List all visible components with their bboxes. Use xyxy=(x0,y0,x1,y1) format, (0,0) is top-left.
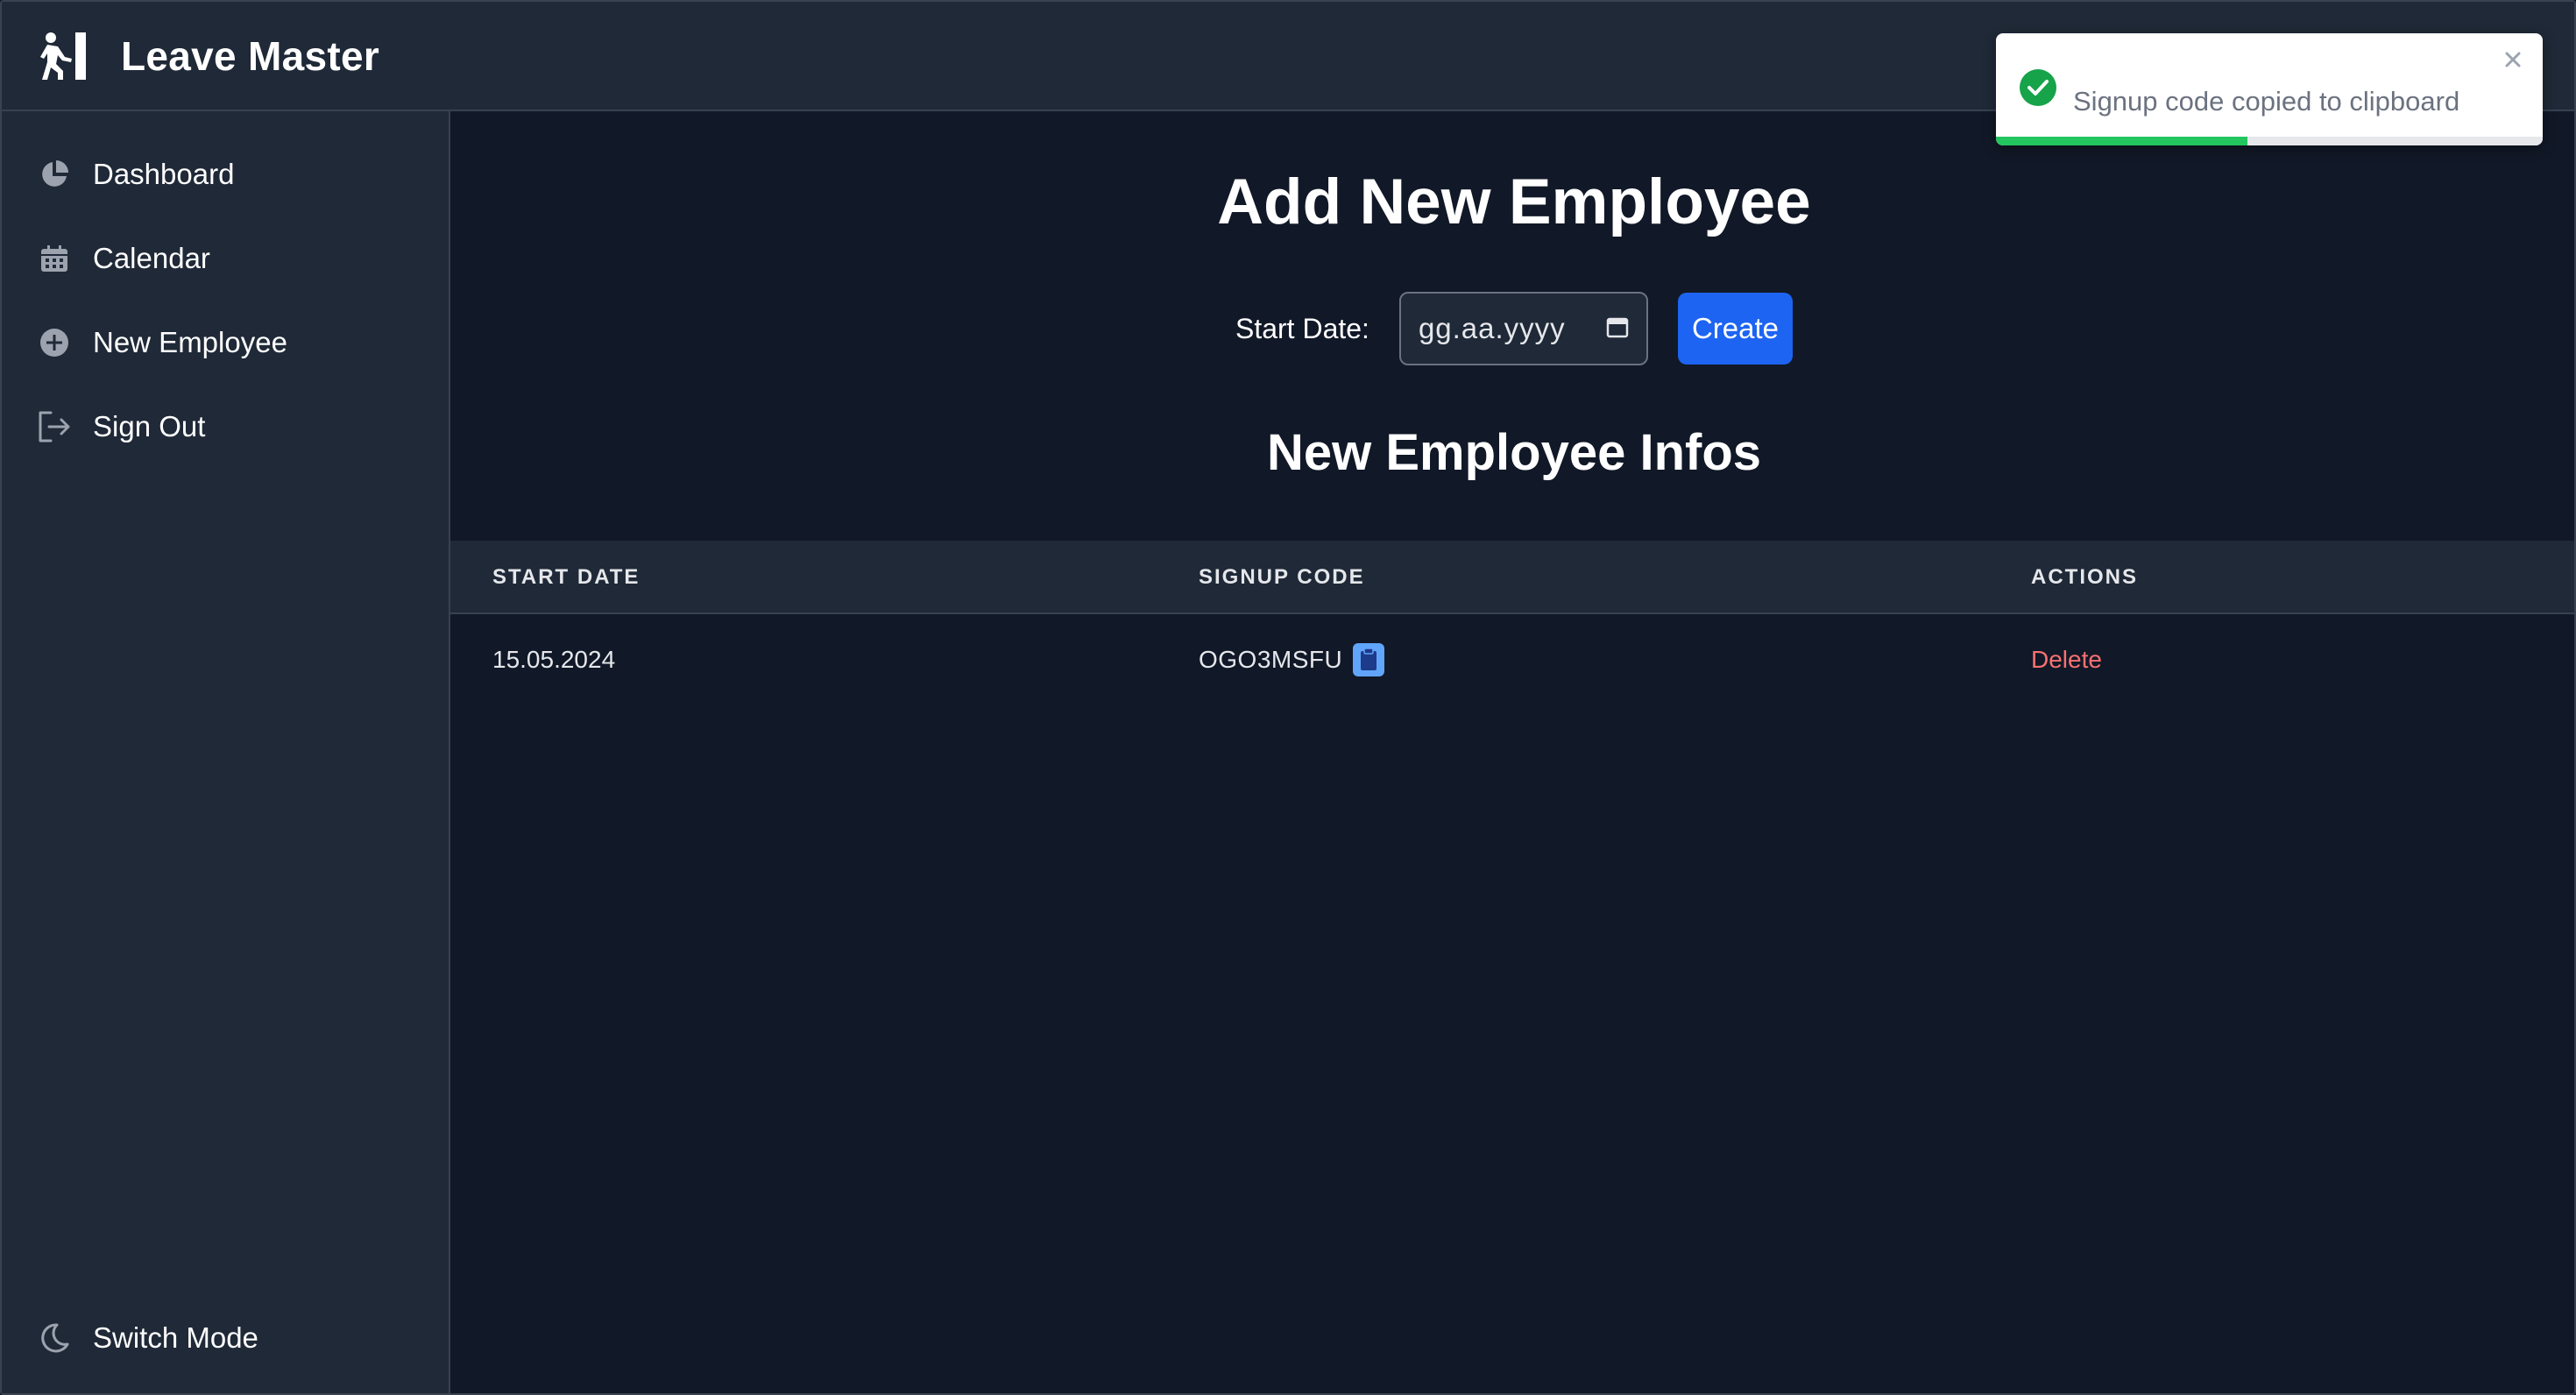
sign-out-icon xyxy=(37,409,72,444)
sidebar-item-calendar[interactable]: Calendar xyxy=(37,232,210,285)
sidebar: Dashboard Calendar New Employee Sign Out… xyxy=(2,111,450,1393)
toast-message: Signup code copied to clipboard xyxy=(2073,86,2460,117)
sidebar-item-new-employee[interactable]: New Employee xyxy=(37,316,287,369)
app-window: Leave Master Dashboard Calendar New Empl… xyxy=(0,0,2576,1395)
date-placeholder: gg.aa.yyyy xyxy=(1418,312,1566,344)
column-header-start-date[interactable]: START DATE xyxy=(492,541,640,614)
actions-cell: Delete xyxy=(2031,614,2102,705)
delete-button[interactable]: Delete xyxy=(2031,646,2102,674)
add-employee-form: Start Date: gg.aa.yyyy Create xyxy=(450,292,2574,365)
close-icon[interactable] xyxy=(2499,46,2527,74)
column-header-actions: ACTIONS xyxy=(2031,565,2138,589)
toast-progress-bar xyxy=(1996,137,2248,145)
signup-code-text: OGO3MSFU xyxy=(1199,646,1343,673)
sidebar-item-label: Dashboard xyxy=(93,158,235,190)
table-header: START DATE SIGNUP CODE ACTIONS xyxy=(450,541,2574,614)
moon-icon xyxy=(37,1321,72,1356)
app-title: Leave Master xyxy=(121,32,380,79)
brand[interactable]: Leave Master xyxy=(37,29,379,83)
start-date-input[interactable]: gg.aa.yyyy xyxy=(1398,292,1648,365)
signup-code-cell: OGO3MSFU xyxy=(1199,614,1385,705)
calendar-picker-icon[interactable] xyxy=(1606,315,1629,343)
page-title: Add New Employee xyxy=(1217,166,1811,237)
plus-circle-icon xyxy=(37,325,72,360)
start-date-label: Start Date: xyxy=(1235,312,1369,344)
sidebar-item-dashboard[interactable]: Dashboard xyxy=(37,148,234,201)
calendar-icon xyxy=(37,241,72,276)
column-header-signup-code[interactable]: SIGNUP CODE xyxy=(1199,541,1365,614)
pie-chart-icon xyxy=(37,157,72,192)
toast-progress-track xyxy=(1996,137,2543,145)
sidebar-item-label: Calendar xyxy=(93,242,210,274)
sidebar-item-label: Sign Out xyxy=(93,410,206,443)
create-button[interactable]: Create xyxy=(1677,293,1793,365)
switch-mode-button[interactable]: Switch Mode xyxy=(37,1312,258,1364)
employee-table: START DATE SIGNUP CODE ACTIONS 15.05.202… xyxy=(450,541,2574,705)
section-title: New Employee Infos xyxy=(1266,424,1762,481)
sidebar-item-sign-out[interactable]: Sign Out xyxy=(37,400,205,453)
start-date-cell: 15.05.2024 xyxy=(492,646,616,673)
sidebar-item-label: New Employee xyxy=(93,326,287,358)
switch-mode-label: Switch Mode xyxy=(93,1321,258,1354)
success-check-icon xyxy=(2019,68,2057,107)
table-row: 15.05.2024 OGO3MSFU Delete xyxy=(450,614,2574,705)
main-content: Add New Employee Start Date: gg.aa.yyyy … xyxy=(450,113,2574,1393)
copy-clipboard-icon[interactable] xyxy=(1353,643,1385,676)
toast-notification: Signup code copied to clipboard xyxy=(1996,33,2543,145)
leave-master-logo-icon xyxy=(37,29,91,83)
